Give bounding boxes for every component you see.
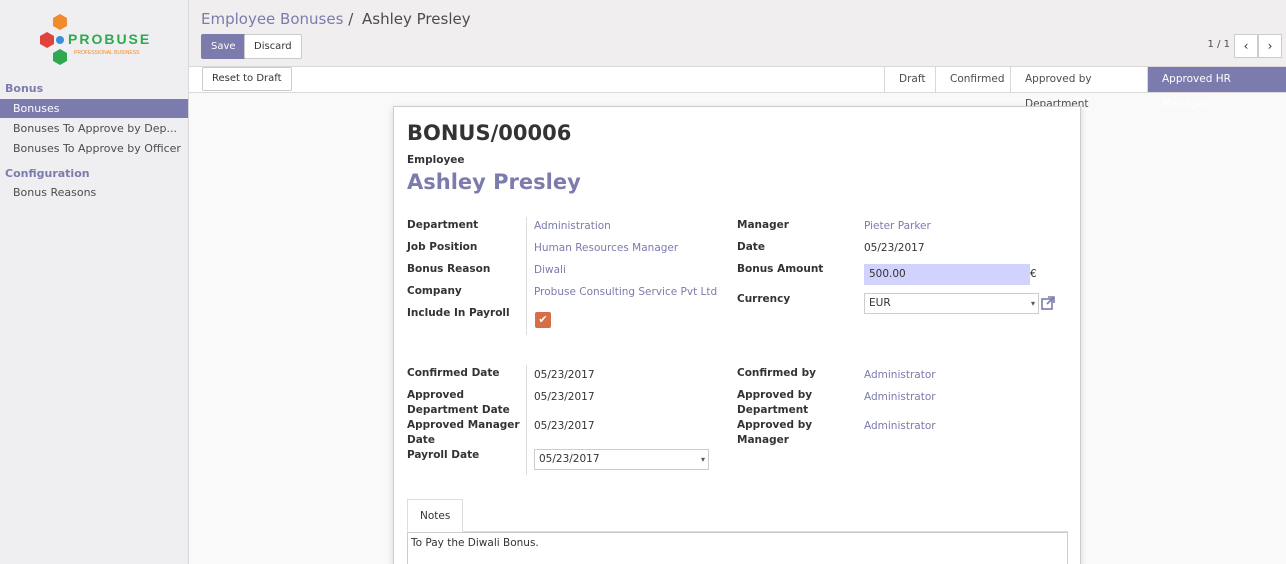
approved-manager-date-label-line1: Approved Manager <box>407 419 520 431</box>
job-position-value[interactable]: Human Resources Manager <box>534 242 678 254</box>
bonus-reason-label: Bonus Reason <box>407 263 491 275</box>
reset-to-draft-button[interactable]: Reset to Draft <box>202 67 292 91</box>
breadcrumb-separator: / <box>348 10 354 28</box>
brand-name: PROBUSE <box>68 31 150 47</box>
dates-group-divider <box>526 365 527 475</box>
sidebar-item-bonus-reasons[interactable]: Bonus Reasons <box>0 183 188 202</box>
statusbar: Reset to Draft Draft Confirmed Approved … <box>189 67 1286 110</box>
sidebar-section-configuration: Configuration <box>5 167 90 180</box>
tab-notes[interactable]: Notes <box>407 499 464 532</box>
payroll-date-input[interactable]: 05/23/2017 ▾ <box>534 449 709 470</box>
sidebar-item-approve-by-dep[interactable]: Bonuses To Approve by Dep... <box>0 119 188 138</box>
company-label: Company <box>407 285 462 297</box>
control-panel: Employee Bonuses / Ashley Presley Save D… <box>189 0 1286 67</box>
status-step-approved-by-department: Approved by Department <box>1010 67 1147 110</box>
currency-select[interactable]: EUR ▾ <box>864 293 1039 314</box>
approved-manager-date-value: 05/23/2017 <box>534 420 595 432</box>
confirmed-date-label: Confirmed Date <box>407 367 500 379</box>
breadcrumb: Employee Bonuses / Ashley Presley <box>201 10 471 28</box>
date-label: Date <box>737 241 765 253</box>
caret-down-icon: ▾ <box>1030 299 1035 308</box>
notes-textarea[interactable]: To Pay the Diwali Bonus. <box>407 532 1068 564</box>
sidebar-item-bonuses[interactable]: Bonuses <box>0 99 188 118</box>
sidebar-section-bonus: Bonus <box>5 82 44 95</box>
approved-manager-date-label: Approved Manager Date <box>407 418 520 448</box>
approved-by-department-label: Approved by Department <box>737 388 812 418</box>
status-step-confirmed: Confirmed <box>935 67 1010 92</box>
approved-by-department-label-line2: Department <box>737 404 809 416</box>
company-value[interactable]: Probuse Consulting Service Pvt Ltd <box>534 286 717 298</box>
approved-by-manager-label: Approved by Manager <box>737 418 812 448</box>
include-in-payroll-label: Include In Payroll <box>407 307 510 319</box>
employee-label: Employee <box>407 154 465 166</box>
manager-value[interactable]: Pieter Parker <box>864 220 931 232</box>
chevron-right-icon: › <box>1267 39 1273 53</box>
status-step-approved-hr-manager: Approved HR Manager <box>1147 67 1286 110</box>
approved-department-date-label-line2: Department Date <box>407 404 510 416</box>
external-link-icon[interactable] <box>1040 295 1056 311</box>
brand-tagline: PROFESSIONAL BUSINESS <box>74 50 140 56</box>
bonus-reference: BONUS/00006 <box>407 121 572 145</box>
caret-down-icon: ▾ <box>700 455 705 464</box>
manager-label: Manager <box>737 219 789 231</box>
date-value: 05/23/2017 <box>864 242 925 254</box>
approved-department-date-label-line1: Approved <box>407 389 465 401</box>
department-label: Department <box>407 219 479 231</box>
department-value[interactable]: Administration <box>534 220 611 232</box>
include-in-payroll-checkbox[interactable]: ✔ <box>535 312 551 328</box>
pager-value: 1 / 1 <box>1207 39 1230 50</box>
employee-name[interactable]: Ashley Presley <box>407 170 581 194</box>
discard-button[interactable]: Discard <box>244 34 302 59</box>
status-step-draft: Draft <box>884 67 935 92</box>
job-position-label: Job Position <box>407 241 478 253</box>
approved-by-department-label-line1: Approved by <box>737 389 813 401</box>
confirmed-date-value: 05/23/2017 <box>534 369 595 381</box>
sidebar: PROBUSE PROFESSIONAL BUSINESS Bonus Bonu… <box>0 0 189 564</box>
approved-manager-date-label-line2: Date <box>407 434 435 446</box>
bonus-amount-label: Bonus Amount <box>737 263 824 275</box>
left-group-divider <box>526 217 527 335</box>
breadcrumb-current: Ashley Presley <box>362 10 471 28</box>
breadcrumb-parent[interactable]: Employee Bonuses <box>201 10 343 28</box>
probuse-logo[interactable]: PROBUSE PROFESSIONAL BUSINESS <box>38 12 150 70</box>
save-button[interactable]: Save <box>201 34 246 59</box>
currency-label: Currency <box>737 293 791 305</box>
pager-previous-button[interactable]: ‹ <box>1234 34 1258 58</box>
currency-value: EUR <box>869 297 891 309</box>
approved-department-date-value: 05/23/2017 <box>534 391 595 403</box>
payroll-date-label: Payroll Date <box>407 449 480 461</box>
pager-next-button[interactable]: › <box>1258 34 1282 58</box>
currency-symbol: € <box>1030 268 1037 280</box>
form-sheet: BONUS/00006 Employee Ashley Presley Depa… <box>393 106 1081 564</box>
chevron-left-icon: ‹ <box>1243 39 1249 53</box>
approved-by-manager-value[interactable]: Administrator <box>864 420 936 432</box>
confirmed-by-label: Confirmed by <box>737 367 816 379</box>
bonus-amount-input[interactable]: 500.00 <box>864 264 1030 285</box>
approved-by-department-value[interactable]: Administrator <box>864 391 936 403</box>
approved-by-manager-label-line1: Approved by <box>737 419 813 431</box>
approved-by-manager-label-line2: Manager <box>737 434 789 446</box>
approved-department-date-label: Approved Department Date <box>407 388 510 418</box>
confirmed-by-value[interactable]: Administrator <box>864 369 936 381</box>
sidebar-item-approve-by-officer[interactable]: Bonuses To Approve by Officer <box>0 139 188 158</box>
payroll-date-value: 05/23/2017 <box>539 453 600 465</box>
bonus-reason-value[interactable]: Diwali <box>534 264 566 276</box>
checkmark-icon: ✔ <box>538 313 548 326</box>
